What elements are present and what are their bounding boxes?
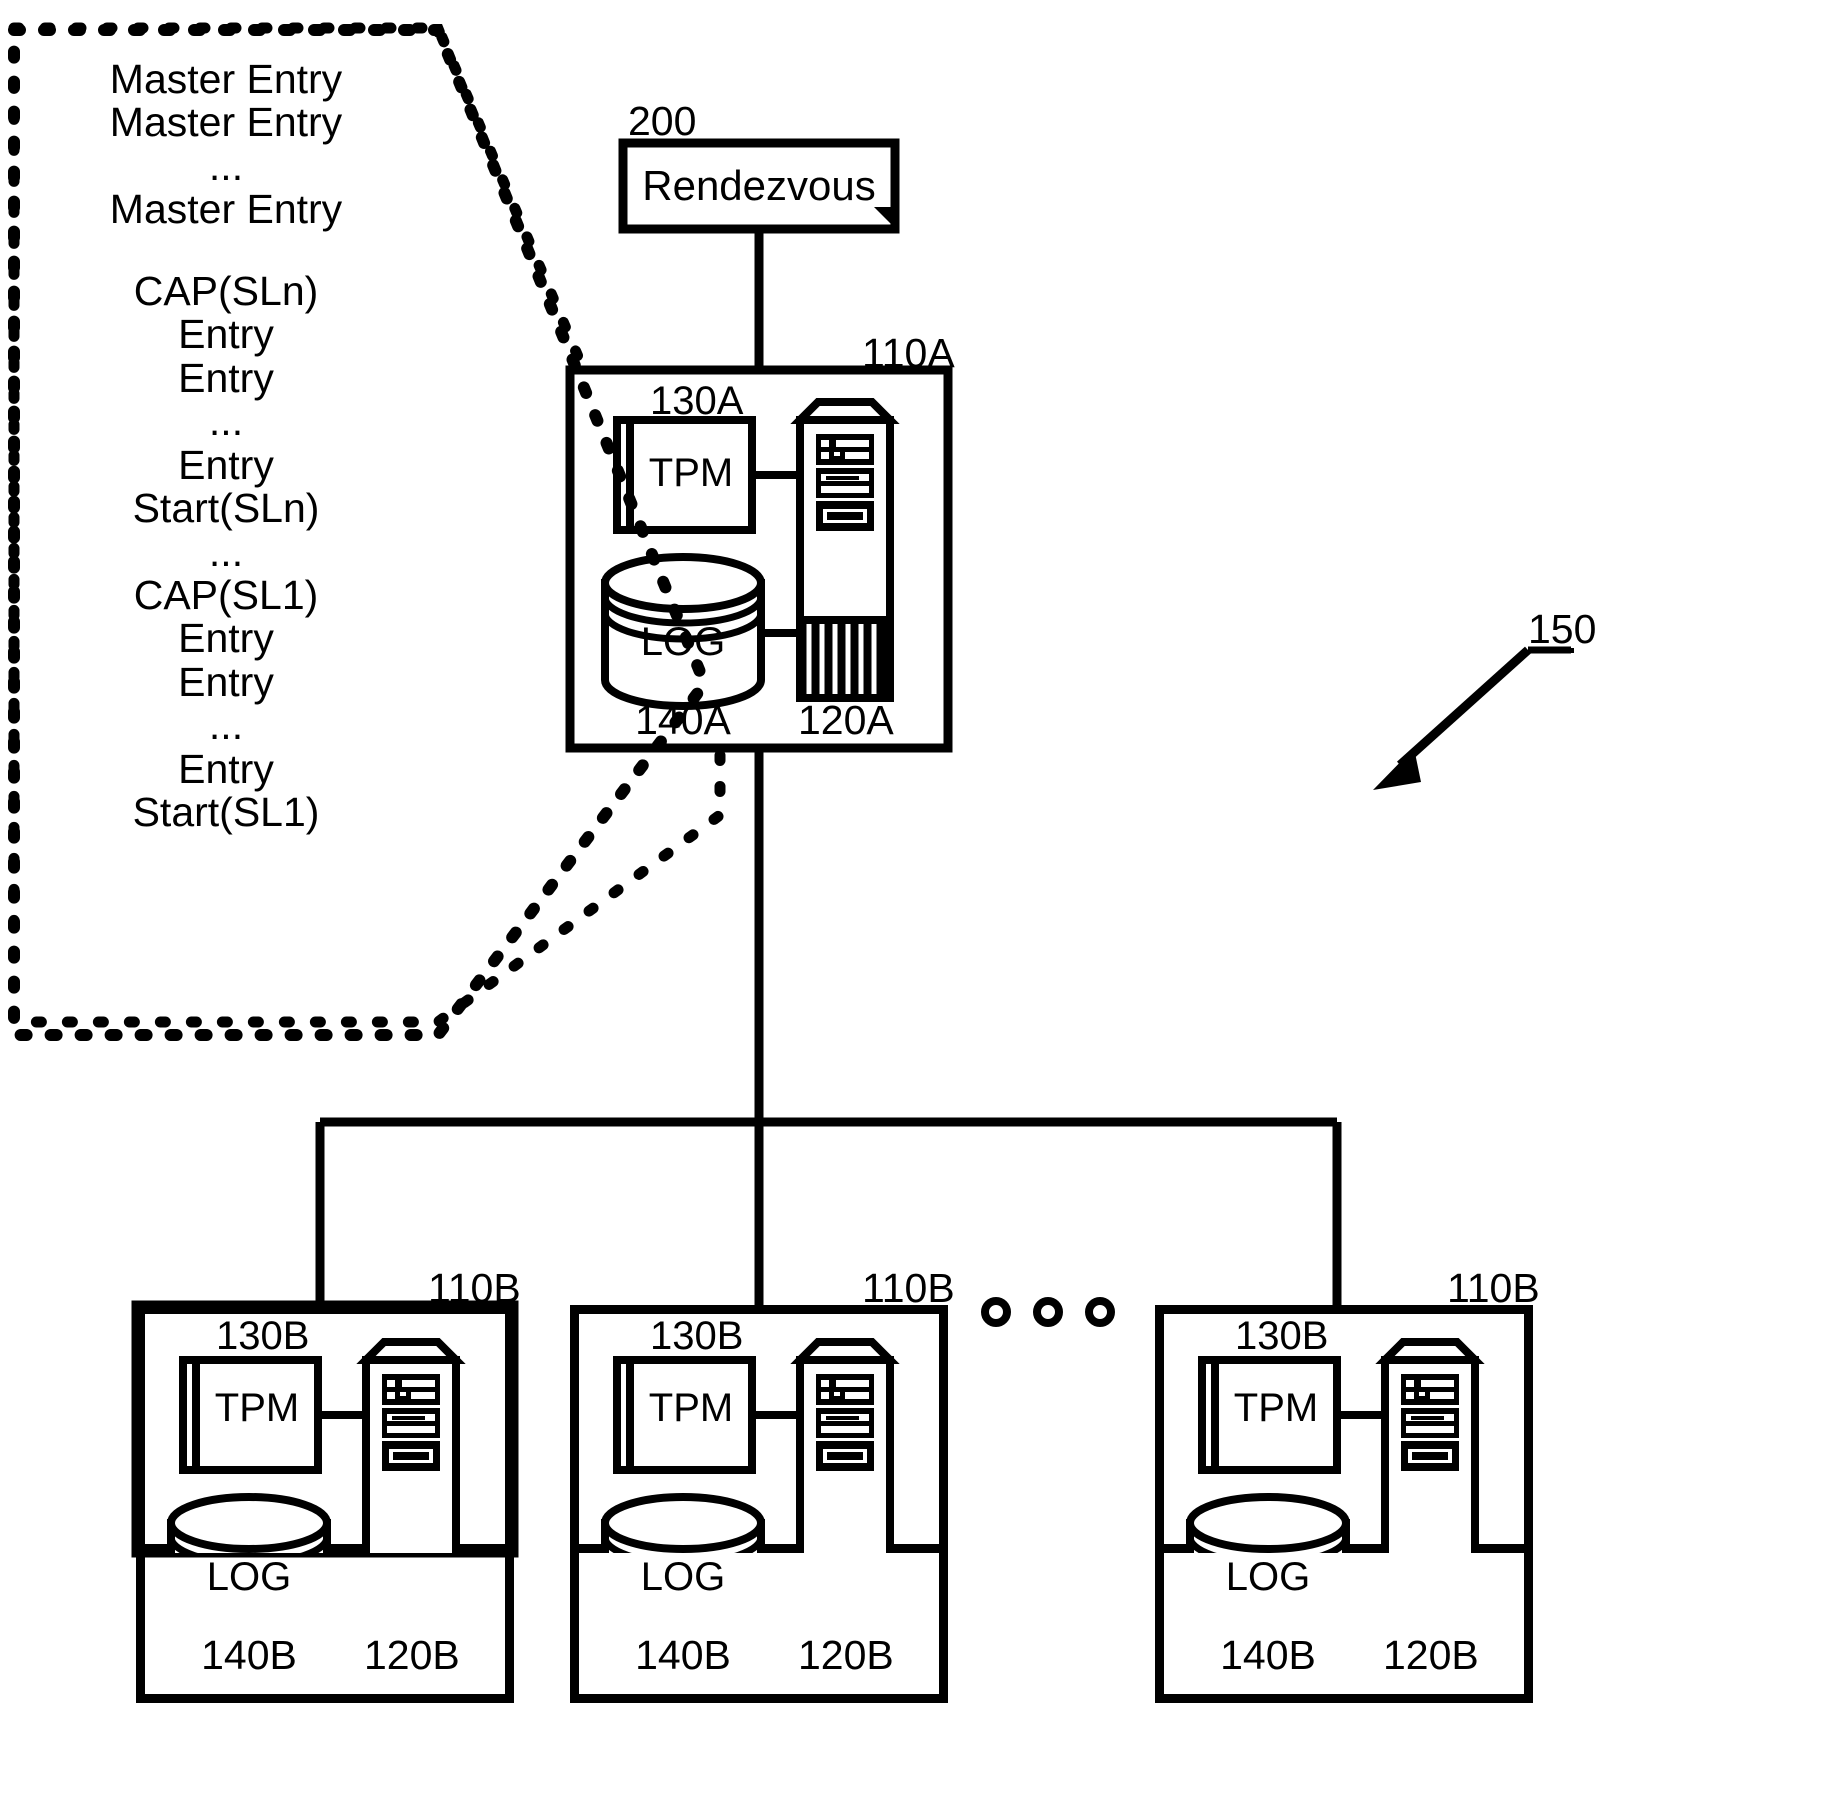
callout-line-spacer bbox=[14, 232, 438, 270]
ref-label-110A: 110A bbox=[862, 330, 955, 376]
callout-line: Start(SLn) bbox=[132, 485, 320, 532]
ref-label-130A: 130A bbox=[650, 379, 744, 423]
figure-canvas: Master Entry Master Entry ... Master Ent… bbox=[0, 0, 1842, 1812]
tpm-label-110B-3: TPM bbox=[1233, 1386, 1319, 1430]
node-contents-110B-1 bbox=[167, 1338, 466, 1553]
callout-line: ... bbox=[208, 528, 244, 575]
node-contents-110B-3 bbox=[1186, 1338, 1485, 1553]
callout-line: ... bbox=[208, 142, 244, 189]
ref-label-140B-2: 140B bbox=[635, 1632, 731, 1678]
ref-label-130B-2: 130B bbox=[650, 1314, 744, 1358]
log-cylinder-140B-3 bbox=[1186, 1493, 1350, 1553]
tpm-label-110B-2: TPM bbox=[648, 1386, 734, 1430]
ref-label-130B-1: 130B bbox=[216, 1314, 310, 1358]
callout-line: Start(SL1) bbox=[132, 789, 320, 836]
server-tower-icon-120B-1 bbox=[356, 1338, 466, 1553]
ref-label-200: 200 bbox=[628, 98, 697, 144]
ref-label-140B-1: 140B bbox=[201, 1632, 297, 1678]
callout-line: Master Entry bbox=[109, 99, 343, 146]
callout-line: Master Entry bbox=[109, 186, 343, 233]
system-ref-arrow-150 bbox=[1373, 646, 1571, 790]
log-label-110B-3: LOG bbox=[1225, 1555, 1311, 1599]
ref-label-140A: 140A bbox=[635, 697, 731, 743]
callout-line: Entry bbox=[178, 658, 274, 705]
callout-line: Master Entry bbox=[109, 56, 343, 102]
callout-line: Entry bbox=[178, 615, 274, 662]
callout-line: ... bbox=[208, 398, 244, 445]
ref-label-120B-1: 120B bbox=[364, 1632, 460, 1678]
tpm-label-110B-1: TPM bbox=[214, 1386, 300, 1430]
log-cylinder-140B-1 bbox=[167, 1493, 331, 1553]
callout-line: Entry bbox=[178, 311, 274, 358]
more-nodes-ellipsis bbox=[981, 1297, 1115, 1327]
ref-label-120B-3: 120B bbox=[1383, 1632, 1479, 1678]
server-tower-icon-120A bbox=[790, 398, 900, 702]
callout-line: Entry bbox=[178, 745, 274, 792]
ref-label-140B-3: 140B bbox=[1220, 1632, 1316, 1678]
ref-label-110B-3: 110B bbox=[1447, 1265, 1540, 1311]
callout-line: CAP(SLn) bbox=[133, 267, 319, 314]
callout-line: ... bbox=[208, 702, 244, 749]
server-tower-icon-120B-3 bbox=[1375, 1338, 1485, 1553]
ref-label-150-underline bbox=[1528, 648, 1574, 653]
ref-label-110B-2: 110B bbox=[862, 1265, 955, 1311]
tpm-label-110A: TPM bbox=[648, 451, 734, 495]
callout-text-block: Master Entry Master Entry ... Master Ent… bbox=[14, 56, 438, 836]
callout-line: Entry bbox=[178, 441, 274, 488]
ref-label-130B-3: 130B bbox=[1235, 1314, 1329, 1358]
log-label-110A: LOG bbox=[640, 620, 726, 664]
callout-line: CAP(SL1) bbox=[133, 571, 319, 618]
log-label-110B-1: LOG bbox=[206, 1555, 292, 1599]
node-contents-110B-2 bbox=[601, 1338, 900, 1553]
ref-label-110B-1: 110B bbox=[428, 1265, 521, 1311]
server-tower-icon-120B-2 bbox=[790, 1338, 900, 1553]
ref-label-120B-2: 120B bbox=[798, 1632, 894, 1678]
callout-line: Entry bbox=[178, 354, 274, 401]
rendezvous-label: Rendezvous bbox=[642, 162, 876, 209]
ref-label-120A: 120A bbox=[798, 697, 894, 743]
log-cylinder-140B-2 bbox=[601, 1493, 765, 1553]
ref-label-150: 150 bbox=[1528, 606, 1597, 652]
log-label-110B-2: LOG bbox=[640, 1555, 726, 1599]
